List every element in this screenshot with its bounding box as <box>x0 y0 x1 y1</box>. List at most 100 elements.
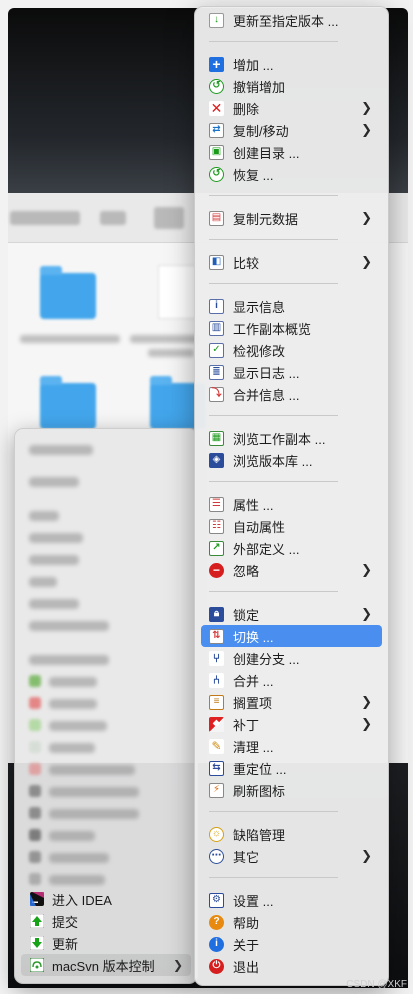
update-icon <box>29 936 44 951</box>
copy-move-label: 复制/移动 <box>233 123 289 139</box>
menu-separator <box>209 877 338 878</box>
browse-working-copy-label: 浏览工作副本 ... <box>233 431 326 447</box>
about-item[interactable]: i 关于 <box>201 933 382 955</box>
create-directory-label: 创建目录 ... <box>233 145 300 161</box>
properties-label: 属性 ... <box>233 497 274 513</box>
revert-item[interactable]: ↺ 恢复 ... <box>201 163 382 185</box>
create-branch-icon: ⑂ <box>209 650 224 666</box>
update-item[interactable]: 更新 <box>21 932 191 954</box>
working-copy-overview-item[interactable]: ▥ 工作副本概览 <box>201 317 382 339</box>
compare-icon: ◧ <box>209 254 224 270</box>
auto-properties-icon: ☷ <box>209 518 224 534</box>
working-copy-overview-icon: ▥ <box>209 320 224 336</box>
enter-idea-label: 进入 IDEA <box>52 892 112 908</box>
menu-separator <box>209 239 338 240</box>
ignore-icon: − <box>209 562 224 578</box>
show-log-icon: ≣ <box>209 364 224 380</box>
folder-icon <box>40 266 96 319</box>
properties-item[interactable]: ☰ 属性 ... <box>201 493 382 515</box>
menu-separator <box>209 41 338 42</box>
revert-icon: ↺ <box>209 166 224 182</box>
externals-item[interactable]: ↗ 外部定义 ... <box>201 537 382 559</box>
commit-label: 提交 <box>52 914 79 930</box>
chevron-right-icon: ❯ <box>361 210 372 225</box>
switch-icon: ⇅ <box>209 628 224 644</box>
create-branch-label: 创建分支 ... <box>233 651 300 667</box>
copy-move-icon: ⇄ <box>209 122 224 138</box>
relocate-item[interactable]: ⇆ 重定位 ... <box>201 757 382 779</box>
shelve-icon: ≡ <box>209 694 224 710</box>
menu-separator <box>209 195 338 196</box>
externals-label: 外部定义 ... <box>233 541 300 557</box>
create-branch-item[interactable]: ⑂ 创建分支 ... <box>201 647 382 669</box>
revert-add-icon: ↺ <box>209 78 224 94</box>
update-to-revision-item[interactable]: ↓ 更新至指定版本 ... <box>201 9 382 31</box>
quit-item[interactable]: ⏻ 退出 <box>201 955 382 977</box>
show-info-item[interactable]: i 显示信息 <box>201 295 382 317</box>
create-directory-icon: ▣ <box>209 144 224 160</box>
macsvn-version-control-item[interactable]: macSvn 版本控制 ❯ <box>21 954 191 976</box>
ignore-label: 忽略 <box>233 563 260 579</box>
check-modifications-icon: ✓ <box>209 342 224 358</box>
enter-idea-item[interactable]: 进入 IDEA <box>21 888 191 910</box>
delete-icon: ✕ <box>209 100 224 116</box>
settings-icon: ⚙ <box>209 892 224 908</box>
update-to-revision-label: 更新至指定版本 ... <box>233 13 339 29</box>
copy-metadata-item[interactable]: ▤ 复制元数据 ❯ <box>201 207 382 229</box>
finder-context-menu: 进入 IDEA 提交 更新 macSvn 版本控制 ❯ <box>14 428 198 984</box>
update-to-revision-icon: ↓ <box>209 12 224 28</box>
browse-repository-icon: ◈ <box>209 452 224 468</box>
bug-tracking-item[interactable]: ☼ 缺陷管理 <box>201 823 382 845</box>
merge-item[interactable]: ⑃ 合并 ... <box>201 669 382 691</box>
menu-separator <box>209 591 338 592</box>
revert-add-item[interactable]: ↺ 撤销增加 <box>201 75 382 97</box>
delete-item[interactable]: ✕ 删除 ❯ <box>201 97 382 119</box>
create-directory-item[interactable]: ▣ 创建目录 ... <box>201 141 382 163</box>
about-icon: i <box>209 936 224 952</box>
auto-properties-label: 自动属性 <box>233 519 286 535</box>
menu-separator <box>209 811 338 812</box>
show-log-label: 显示日志 ... <box>233 365 300 381</box>
chevron-right-icon: ❯ <box>361 562 372 577</box>
merge-info-item[interactable]: ⤵ 合并信息 ... <box>201 383 382 405</box>
chevron-right-icon: ❯ <box>361 100 372 115</box>
update-label: 更新 <box>52 936 79 952</box>
switch-label: 切换 ... <box>233 629 274 645</box>
watermark: CSDN @XKF <box>346 979 407 990</box>
other-item[interactable]: ⋯ 其它 ❯ <box>201 845 382 867</box>
show-log-item[interactable]: ≣ 显示日志 ... <box>201 361 382 383</box>
help-item[interactable]: ? 帮助 <box>201 911 382 933</box>
refresh-icons-item[interactable]: ⚡︎ 刷新图标 <box>201 779 382 801</box>
lock-label: 锁定 <box>233 607 260 623</box>
properties-icon: ☰ <box>209 496 224 512</box>
switch-item[interactable]: ⇅ 切换 ... <box>201 625 382 647</box>
shelve-item[interactable]: ≡ 搁置项 ❯ <box>201 691 382 713</box>
relocate-label: 重定位 ... <box>233 761 287 777</box>
cleanup-label: 清理 ... <box>233 739 274 755</box>
compare-item[interactable]: ◧ 比较 ❯ <box>201 251 382 273</box>
copy-move-item[interactable]: ⇄ 复制/移动 ❯ <box>201 119 382 141</box>
svn-submenu: ↓ 更新至指定版本 ... + 增加 ... ↺ 撤销增加 ✕ 删除 ❯ ⇄ 复… <box>194 6 389 986</box>
macsvn-version-control-label: macSvn 版本控制 <box>52 958 155 974</box>
revert-label: 恢复 ... <box>233 167 274 183</box>
lock-item[interactable]: 🔒︎ 锁定 ❯ <box>201 603 382 625</box>
settings-item[interactable]: ⚙ 设置 ... <box>201 889 382 911</box>
delete-label: 删除 <box>233 101 260 117</box>
commit-item[interactable]: 提交 <box>21 910 191 932</box>
lock-icon: 🔒︎ <box>209 606 224 622</box>
bug-tracking-label: 缺陷管理 <box>233 827 286 843</box>
add-item[interactable]: + 增加 ... <box>201 53 382 75</box>
relocate-icon: ⇆ <box>209 760 224 776</box>
browse-repository-item[interactable]: ◈ 浏览版本库 ... <box>201 449 382 471</box>
copy-metadata-icon: ▤ <box>209 210 224 226</box>
patch-item[interactable]: ◆ 补丁 ❯ <box>201 713 382 735</box>
show-info-label: 显示信息 <box>233 299 286 315</box>
browse-working-copy-item[interactable]: ▦ 浏览工作副本 ... <box>201 427 382 449</box>
commit-icon <box>29 914 44 929</box>
cleanup-item[interactable]: ✎ 清理 ... <box>201 735 382 757</box>
auto-properties-item[interactable]: ☷ 自动属性 <box>201 515 382 537</box>
ignore-item[interactable]: − 忽略 ❯ <box>201 559 382 581</box>
check-modifications-item[interactable]: ✓ 检视修改 <box>201 339 382 361</box>
about-label: 关于 <box>233 937 260 953</box>
menu-separator <box>209 481 338 482</box>
